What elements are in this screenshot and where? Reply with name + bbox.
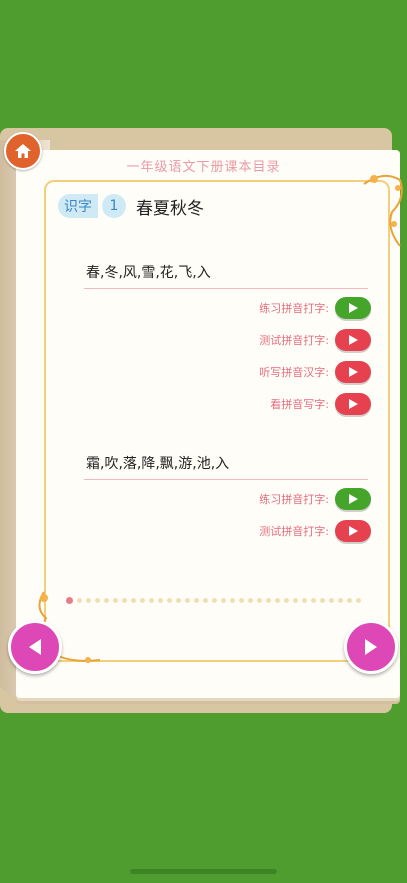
section-2-chars: 霜,吹,落,降,飘,游,池,入 <box>86 456 230 472</box>
page-dot <box>275 598 280 603</box>
play-icon <box>349 399 358 409</box>
action-label: 练习拼音打字: <box>259 493 329 506</box>
lesson-title: 春夏秋冬 <box>136 198 204 219</box>
page-dot <box>266 598 271 603</box>
section-1-divider <box>84 288 368 289</box>
page-dot <box>176 598 181 603</box>
page-dot <box>95 598 100 603</box>
action-row: 测试拼音打字: <box>259 519 371 543</box>
dictation-play-button[interactable] <box>335 361 371 383</box>
action-label: 练习拼音打字: <box>259 302 329 315</box>
page-title: 一年级语文下册课本目录 <box>126 160 281 175</box>
next-page-button[interactable] <box>344 620 398 674</box>
section-2-divider <box>84 479 368 480</box>
page-dot <box>122 598 127 603</box>
page-dot <box>293 598 298 603</box>
page-dot <box>221 598 226 603</box>
play-icon <box>349 367 358 377</box>
action-label: 测试拼音打字: <box>259 525 329 538</box>
page-dot <box>230 598 235 603</box>
page-dot <box>113 598 118 603</box>
home-indicator <box>130 869 277 874</box>
page-dot <box>329 598 334 603</box>
page-dot <box>86 598 91 603</box>
practice-pinyin-play-button[interactable] <box>335 297 371 319</box>
action-label: 看拼音写字: <box>270 398 329 411</box>
action-row: 听写拼音汉字: <box>259 360 371 384</box>
write-play-button[interactable] <box>335 393 371 415</box>
play-icon <box>349 494 358 504</box>
lesson-tag: 识字 <box>58 194 98 218</box>
right-arrow-icon <box>365 639 377 655</box>
page-dot <box>167 598 172 603</box>
action-label: 测试拼音打字: <box>259 334 329 347</box>
page-dot <box>140 598 145 603</box>
page-dot <box>347 598 352 603</box>
page-dot <box>77 598 82 603</box>
page-dot <box>203 598 208 603</box>
home-button[interactable] <box>4 132 42 170</box>
page-indicator <box>66 597 361 604</box>
action-label: 听写拼音汉字: <box>259 366 329 379</box>
page-dot <box>248 598 253 603</box>
page-dot <box>212 598 217 603</box>
page-dot <box>338 598 343 603</box>
page-dot <box>239 598 244 603</box>
page-dot <box>158 598 163 603</box>
action-row: 测试拼音打字: <box>259 328 371 352</box>
prev-page-button[interactable] <box>8 620 62 674</box>
test-pinyin-play-button[interactable] <box>335 520 371 542</box>
left-arrow-icon <box>29 639 41 655</box>
test-pinyin-play-button[interactable] <box>335 329 371 351</box>
section-1-chars: 春,冬,风,雪,花,飞,入 <box>86 265 211 281</box>
play-icon <box>349 335 358 345</box>
action-row: 练习拼音打字: <box>259 296 371 320</box>
page-dot <box>284 598 289 603</box>
play-icon <box>349 303 358 313</box>
page-dot <box>194 598 199 603</box>
page-dot-active <box>66 597 73 604</box>
action-row: 看拼音写字: <box>270 392 371 416</box>
page-dot <box>356 598 361 603</box>
lesson-number: 1 <box>102 194 126 218</box>
play-icon <box>349 526 358 536</box>
lesson-header: 识字 1 春夏秋冬 <box>58 193 204 219</box>
page-dot <box>131 598 136 603</box>
page-dot <box>311 598 316 603</box>
page-dot <box>149 598 154 603</box>
vine-top-right-icon <box>363 174 403 247</box>
page-dot <box>302 598 307 603</box>
page-dot <box>185 598 190 603</box>
practice-pinyin-play-button[interactable] <box>335 488 371 510</box>
page-dot <box>257 598 262 603</box>
page-dot <box>104 598 109 603</box>
action-row: 练习拼音打字: <box>259 487 371 511</box>
home-icon <box>15 144 31 158</box>
page-dot <box>320 598 325 603</box>
